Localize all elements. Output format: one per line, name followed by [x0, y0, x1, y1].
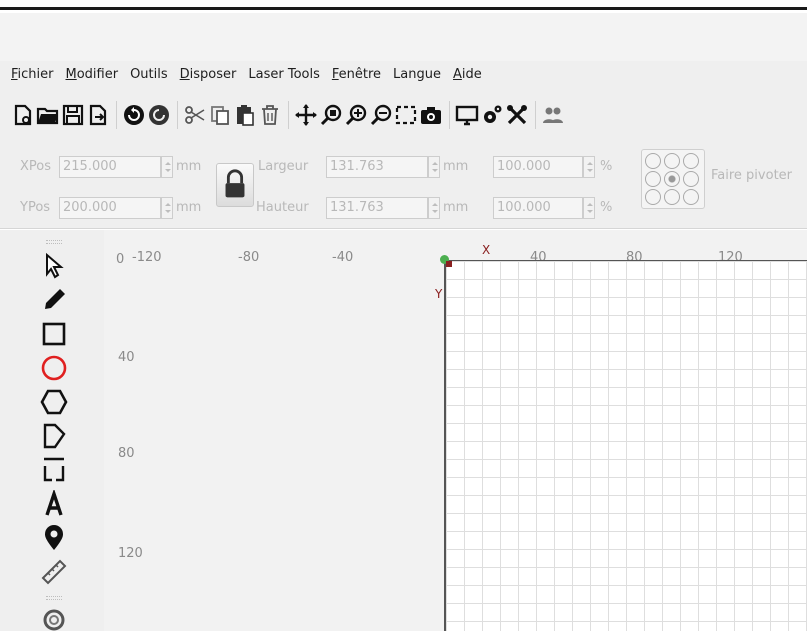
- toolbar-separator: [288, 101, 289, 129]
- width-spinner[interactable]: [428, 156, 440, 178]
- width-percent-spinner[interactable]: [583, 156, 595, 178]
- spiral-icon[interactable]: [36, 606, 72, 631]
- frame-icon[interactable]: [36, 456, 72, 484]
- zoom-fit-icon[interactable]: [319, 100, 343, 130]
- menu-disposer[interactable]: Disposer: [180, 67, 237, 82]
- height-field[interactable]: 131.763: [326, 197, 428, 219]
- toolbar-grip[interactable]: [46, 596, 62, 600]
- delete-icon[interactable]: [258, 100, 282, 130]
- width-percent-field[interactable]: 100.000: [493, 156, 583, 178]
- new-file-icon[interactable]: [11, 100, 35, 130]
- origin-handle: [446, 261, 452, 267]
- zoom-in-icon[interactable]: [344, 100, 368, 130]
- width-field[interactable]: 131.763: [326, 156, 428, 178]
- anchor-top-right[interactable]: [683, 153, 699, 169]
- location-pin-icon[interactable]: [36, 524, 72, 552]
- ruler-left-tick: 40: [118, 350, 135, 365]
- height-unit: mm: [443, 200, 469, 215]
- ellipse-icon[interactable]: [36, 354, 72, 382]
- toolbar-separator: [535, 101, 536, 129]
- rectangle-icon[interactable]: [36, 320, 72, 348]
- anchor-middle-left[interactable]: [645, 171, 661, 187]
- ruler-top-tick: -40: [332, 250, 354, 265]
- height-spinner[interactable]: [428, 197, 440, 219]
- anchor-middle-right[interactable]: [683, 171, 699, 187]
- ypos-field[interactable]: 200.000: [59, 197, 161, 219]
- window-top-border: [0, 0, 807, 10]
- cut-icon[interactable]: [183, 100, 207, 130]
- work-area-grid[interactable]: [444, 260, 807, 631]
- title-area: [0, 13, 807, 61]
- camera-icon[interactable]: [419, 100, 443, 130]
- pointer-icon[interactable]: [36, 252, 72, 280]
- menu-fenetre[interactable]: Fenêtre: [332, 67, 381, 82]
- ruler-left-tick: 120: [118, 546, 143, 561]
- paste-icon[interactable]: [233, 100, 257, 130]
- lock-icon: [225, 169, 245, 198]
- rotate-left-icon[interactable]: [122, 100, 146, 130]
- select-area-icon[interactable]: [394, 100, 418, 130]
- xpos-unit: mm: [176, 159, 202, 174]
- ruler-left-tick: 80: [118, 446, 135, 461]
- toolbar-separator: [177, 101, 178, 129]
- menu-aide[interactable]: Aide: [453, 67, 482, 82]
- export-icon[interactable]: [86, 100, 110, 130]
- height-percent-spinner[interactable]: [583, 197, 595, 219]
- menu-modifier[interactable]: Modifier: [66, 67, 119, 82]
- tools-sidebar: [0, 230, 104, 631]
- menu-outils[interactable]: Outils: [130, 67, 168, 82]
- ruler-origin-label: 0: [116, 252, 125, 267]
- width-label: Largeur: [258, 159, 309, 174]
- copy-icon[interactable]: [208, 100, 232, 130]
- tools-icon[interactable]: [505, 100, 529, 130]
- anchor-center[interactable]: [664, 171, 680, 187]
- ypos-spinner[interactable]: [161, 197, 173, 219]
- y-axis-label: Y: [435, 287, 443, 301]
- pencil-icon[interactable]: [36, 286, 72, 314]
- settings-icon[interactable]: [480, 100, 504, 130]
- anchor-bottom-right[interactable]: [683, 189, 699, 205]
- properties-bar: XPos 215.000 mm YPos 200.000 mm Largeur …: [0, 143, 807, 229]
- drawing-canvas[interactable]: 0 -120 -80 -40 40 80 120 40 80 120 X Y: [104, 230, 807, 631]
- height-label: Hauteur: [256, 200, 309, 215]
- save-icon[interactable]: [61, 100, 85, 130]
- open-folder-icon[interactable]: [36, 100, 60, 130]
- main-toolbar: [0, 87, 807, 143]
- xpos-label: XPos: [20, 159, 52, 174]
- anchor-bottom-left[interactable]: [645, 189, 661, 205]
- toolbar-separator: [449, 101, 450, 129]
- xpos-spinner[interactable]: [161, 156, 173, 178]
- pivot-anchor-selector[interactable]: [641, 149, 705, 209]
- users-icon[interactable]: [541, 100, 565, 130]
- menu-langue[interactable]: Langue: [393, 67, 441, 82]
- polygon-icon[interactable]: [36, 388, 72, 416]
- toolbar-separator: [116, 101, 117, 129]
- monitor-icon[interactable]: [455, 100, 479, 130]
- ypos-unit: mm: [176, 200, 202, 215]
- lock-ratio-button[interactable]: [216, 163, 254, 207]
- xpos-field[interactable]: 215.000: [59, 156, 161, 178]
- width-unit: mm: [443, 159, 469, 174]
- anchor-top-left[interactable]: [645, 153, 661, 169]
- menu-bar: Fichier Modifier Outils Disposer Laser T…: [0, 61, 807, 87]
- move-icon[interactable]: [294, 100, 318, 130]
- rotate-label: Faire pivoter: [711, 168, 793, 183]
- width-percent-unit: %: [600, 159, 613, 174]
- rotate-right-icon[interactable]: [147, 100, 171, 130]
- height-percent-field[interactable]: 100.000: [493, 197, 583, 219]
- anchor-top-center[interactable]: [664, 153, 680, 169]
- text-icon[interactable]: [36, 490, 72, 518]
- ypos-label: YPos: [20, 200, 51, 215]
- x-axis-label: X: [482, 243, 491, 257]
- menu-laser-tools[interactable]: Laser Tools: [248, 67, 319, 82]
- anchor-bottom-center[interactable]: [664, 189, 680, 205]
- menu-fichier[interactable]: Fichier: [11, 67, 54, 82]
- toolbar-grip[interactable]: [46, 240, 62, 244]
- pentagon-icon[interactable]: [36, 422, 72, 450]
- height-percent-unit: %: [600, 200, 613, 215]
- ruler-top-tick: -120: [132, 250, 162, 265]
- ruler-top-tick: -80: [238, 250, 260, 265]
- ruler-icon[interactable]: [36, 558, 72, 586]
- zoom-out-icon[interactable]: [369, 100, 393, 130]
